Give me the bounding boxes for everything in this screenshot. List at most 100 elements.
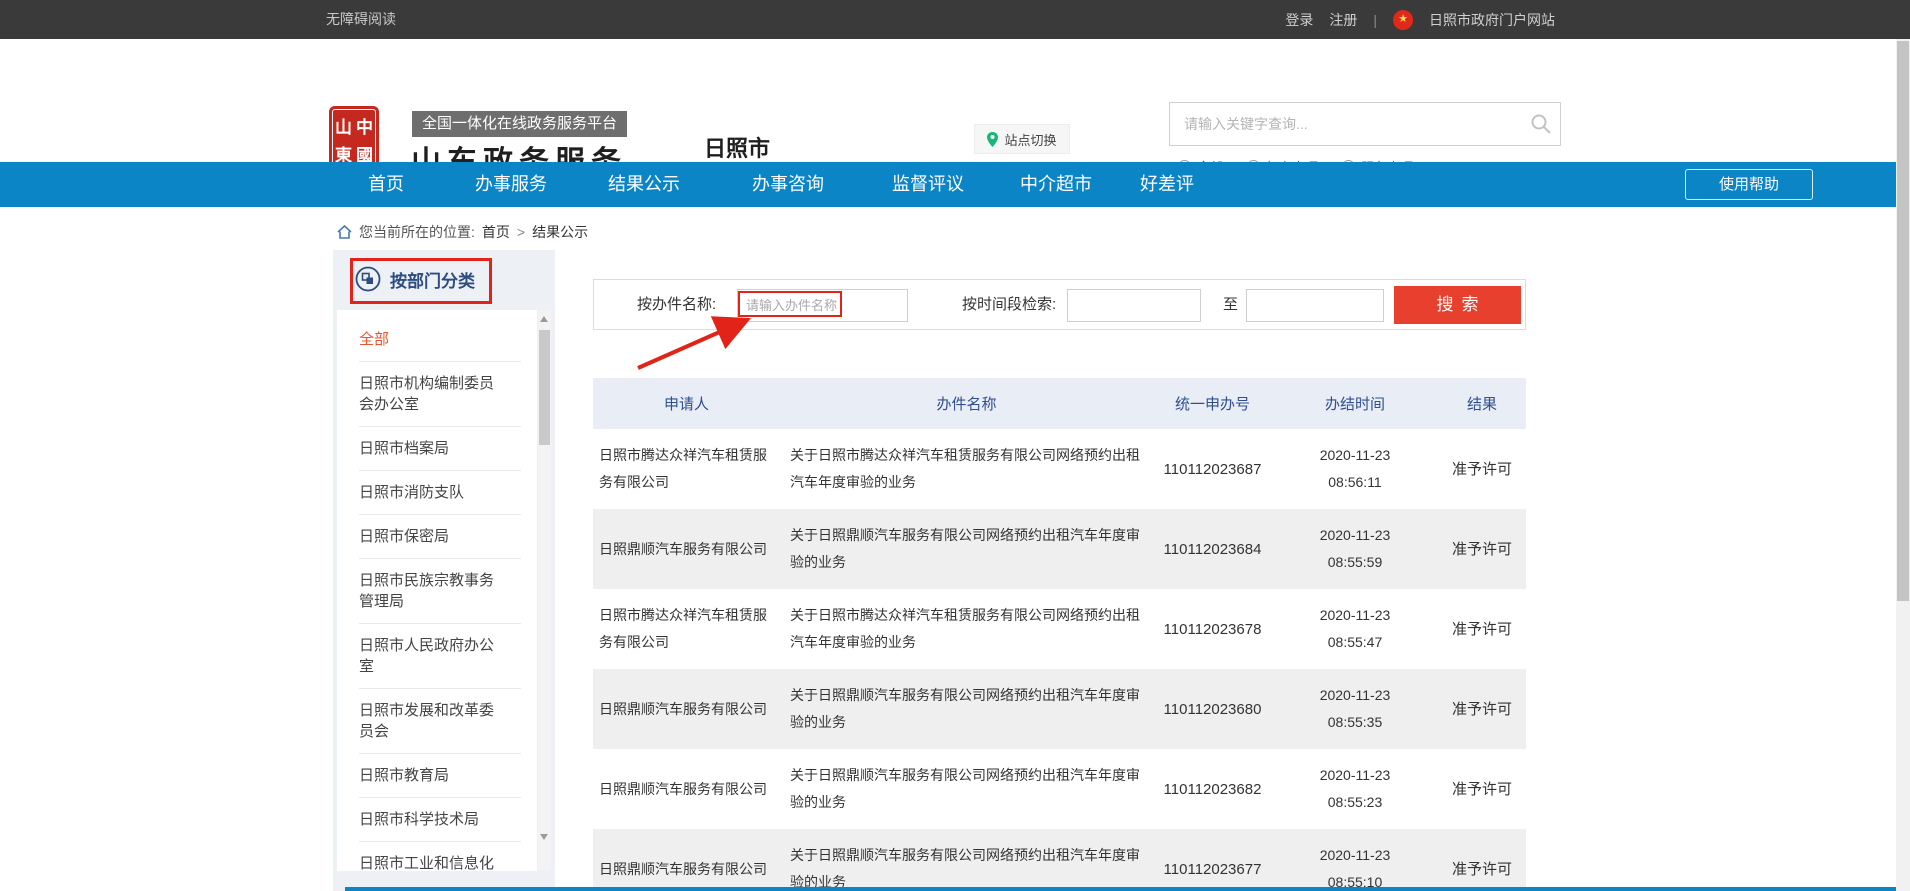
table-row: 日照鼎顺汽车服务有限公司关于日照鼎顺汽车服务有限公司网络预约出租汽车年度审验的业…	[593, 509, 1526, 589]
sidebar-item-0[interactable]: 全部	[359, 318, 521, 362]
nav-item-2[interactable]: 结果公示	[608, 162, 680, 207]
scroll-down-icon[interactable]	[540, 834, 548, 840]
item-name-cell: 关于日照市腾达众祥汽车租赁服务有限公司网络预约出租汽车年度审验的业务	[780, 602, 1153, 656]
sidebar-item-5[interactable]: 日照市民族宗教事务管理局	[359, 559, 521, 624]
finish-time-cell: 2020-11-2308:55:59	[1272, 522, 1438, 576]
finish-time-cell: 2020-11-2308:55:47	[1272, 602, 1438, 656]
sidebar-item-6[interactable]: 日照市人民政府办公室	[359, 624, 521, 689]
column-header-0: 申请人	[593, 393, 780, 414]
page-scroll-thumb[interactable]	[1897, 41, 1909, 601]
city-name: 日照市	[704, 131, 770, 163]
page: 无障碍阅读 登录 注册 | ★ 日照市政府门户网站 山 中 東 國 全国一体化在…	[0, 0, 1910, 891]
platform-badge: 全国一体化在线政务服务平台	[412, 111, 627, 137]
sidebar-item-label: 全部	[359, 329, 501, 350]
sidebar-item-10[interactable]: 日照市工业和信息化	[359, 842, 521, 885]
accessibility-link[interactable]: 无障碍阅读	[326, 0, 396, 39]
keyword-search-input[interactable]	[1170, 103, 1522, 145]
item-name-cell: 关于日照市腾达众祥汽车租赁服务有限公司网络预约出租汽车年度审验的业务	[780, 442, 1153, 496]
seal-char: 中	[356, 113, 373, 138]
scroll-up-icon[interactable]	[540, 316, 548, 322]
page-scrollbar[interactable]	[1896, 39, 1910, 891]
sidebar-scrollbar[interactable]	[538, 310, 551, 870]
table-header-row: 申请人办件名称统一申办号办结时间结果	[593, 378, 1526, 429]
register-link[interactable]: 注册	[1329, 10, 1357, 30]
breadcrumb-home-link[interactable]: 首页	[482, 222, 510, 242]
sidebar-item-label: 日照市科学技术局	[359, 809, 501, 830]
sidebar-item-label: 日照市人民政府办公室	[359, 635, 501, 677]
topbar-right: 登录 注册 | ★ 日照市政府门户网站	[1285, 0, 1555, 39]
sidebar-item-label: 日照市工业和信息化	[359, 853, 501, 874]
sidebar-item-label: 日照市机构编制委员会办公室	[359, 373, 501, 415]
search-icon[interactable]	[1530, 113, 1552, 135]
table-body: 日照市腾达众祥汽车租赁服务有限公司关于日照市腾达众祥汽车租赁服务有限公司网络预约…	[593, 429, 1526, 891]
nav-item-4[interactable]: 监督评议	[892, 162, 964, 207]
nav-item-6[interactable]: 好差评	[1140, 162, 1194, 207]
sidebar-item-label: 日照市教育局	[359, 765, 501, 786]
time-to-input[interactable]	[1246, 289, 1384, 322]
item-name-input[interactable]	[737, 289, 908, 322]
department-list: 全部日照市机构编制委员会办公室日照市档案局日照市消防支队日照市保密局日照市民族宗…	[337, 310, 537, 871]
sidebar-item-8[interactable]: 日照市教育局	[359, 754, 521, 798]
breadcrumb-prefix: 您当前所在的位置:	[359, 222, 475, 242]
sidebar-item-label: 日照市民族宗教事务管理局	[359, 570, 501, 612]
nav-item-3[interactable]: 办事咨询	[752, 162, 824, 207]
topbar-divider: |	[1373, 12, 1377, 28]
category-icon	[355, 266, 381, 292]
column-header-3: 办结时间	[1272, 393, 1438, 414]
result-cell: 准予许可	[1438, 776, 1526, 803]
applicant-cell: 日照鼎顺汽车服务有限公司	[593, 776, 780, 803]
footer-strip	[345, 887, 1896, 891]
result-cell: 准予许可	[1438, 696, 1526, 723]
serial-number-cell: 110112023684	[1153, 536, 1272, 563]
department-sidebar: 按部门分类 全部日照市机构编制委员会办公室日照市档案局日照市消防支队日照市保密局…	[333, 250, 555, 891]
item-name-cell: 关于日照鼎顺汽车服务有限公司网络预约出租汽车年度审验的业务	[780, 682, 1153, 736]
sidebar-header: 按部门分类	[333, 250, 555, 308]
seal-char: 山	[335, 113, 352, 138]
applicant-cell: 日照鼎顺汽车服务有限公司	[593, 536, 780, 563]
finish-time-cell: 2020-11-2308:55:35	[1272, 682, 1438, 736]
nav-item-1[interactable]: 办事服务	[475, 162, 547, 207]
sidebar-item-2[interactable]: 日照市档案局	[359, 427, 521, 471]
sidebar-item-label: 日照市保密局	[359, 526, 501, 547]
site-switch-button[interactable]: 站点切换	[974, 124, 1070, 154]
header-search-box	[1169, 102, 1561, 146]
breadcrumb: 您当前所在的位置: 首页 > 结果公示	[337, 222, 588, 242]
applicant-cell: 日照市腾达众祥汽车租赁服务有限公司	[593, 602, 780, 656]
sidebar-item-label: 日照市消防支队	[359, 482, 501, 503]
login-link[interactable]: 登录	[1285, 10, 1313, 30]
breadcrumb-separator: >	[517, 224, 525, 240]
time-filter-label: 按时间段检索:	[962, 280, 1056, 329]
serial-number-cell: 110112023687	[1153, 456, 1272, 483]
sidebar-item-label: 日照市发展和改革委员会	[359, 700, 501, 742]
sidebar-item-1[interactable]: 日照市机构编制委员会办公室	[359, 362, 521, 427]
result-cell: 准予许可	[1438, 456, 1526, 483]
sidebar-item-3[interactable]: 日照市消防支队	[359, 471, 521, 515]
header: 山 中 東 國 全国一体化在线政务服务平台 山东政务服务 日照市 站点切换 全部…	[0, 39, 1910, 162]
help-button[interactable]: 使用帮助	[1685, 169, 1813, 200]
portal-link[interactable]: 日照市政府门户网站	[1429, 10, 1555, 30]
location-pin-icon	[987, 132, 998, 147]
applicant-cell: 日照鼎顺汽车服务有限公司	[593, 696, 780, 723]
result-cell: 准予许可	[1438, 856, 1526, 883]
to-label: 至	[1223, 280, 1238, 329]
search-button[interactable]: 搜索	[1394, 286, 1521, 324]
time-from-input[interactable]	[1067, 289, 1201, 322]
applicant-cell: 日照市腾达众祥汽车租赁服务有限公司	[593, 442, 780, 496]
nav-item-0[interactable]: 首页	[368, 162, 404, 207]
item-name-cell: 关于日照鼎顺汽车服务有限公司网络预约出租汽车年度审验的业务	[780, 522, 1153, 576]
results-table: 申请人办件名称统一申办号办结时间结果 日照市腾达众祥汽车租赁服务有限公司关于日照…	[593, 378, 1526, 891]
table-row: 日照市腾达众祥汽车租赁服务有限公司关于日照市腾达众祥汽车租赁服务有限公司网络预约…	[593, 429, 1526, 509]
column-header-2: 统一申办号	[1153, 393, 1272, 414]
column-header-1: 办件名称	[780, 393, 1153, 414]
serial-number-cell: 110112023680	[1153, 696, 1272, 723]
sidebar-item-9[interactable]: 日照市科学技术局	[359, 798, 521, 842]
sidebar-item-4[interactable]: 日照市保密局	[359, 515, 521, 559]
filter-form: 按办件名称: 按时间段检索: 至 搜索	[593, 279, 1526, 330]
column-header-4: 结果	[1438, 393, 1526, 414]
sidebar-item-7[interactable]: 日照市发展和改革委员会	[359, 689, 521, 754]
finish-time-cell: 2020-11-2308:55:10	[1272, 842, 1438, 891]
sidebar-title: 按部门分类	[390, 267, 475, 292]
topbar: 无障碍阅读 登录 注册 | ★ 日照市政府门户网站	[0, 0, 1910, 39]
sidebar-scroll-thumb[interactable]	[539, 330, 550, 445]
nav-item-5[interactable]: 中介超市	[1020, 162, 1092, 207]
